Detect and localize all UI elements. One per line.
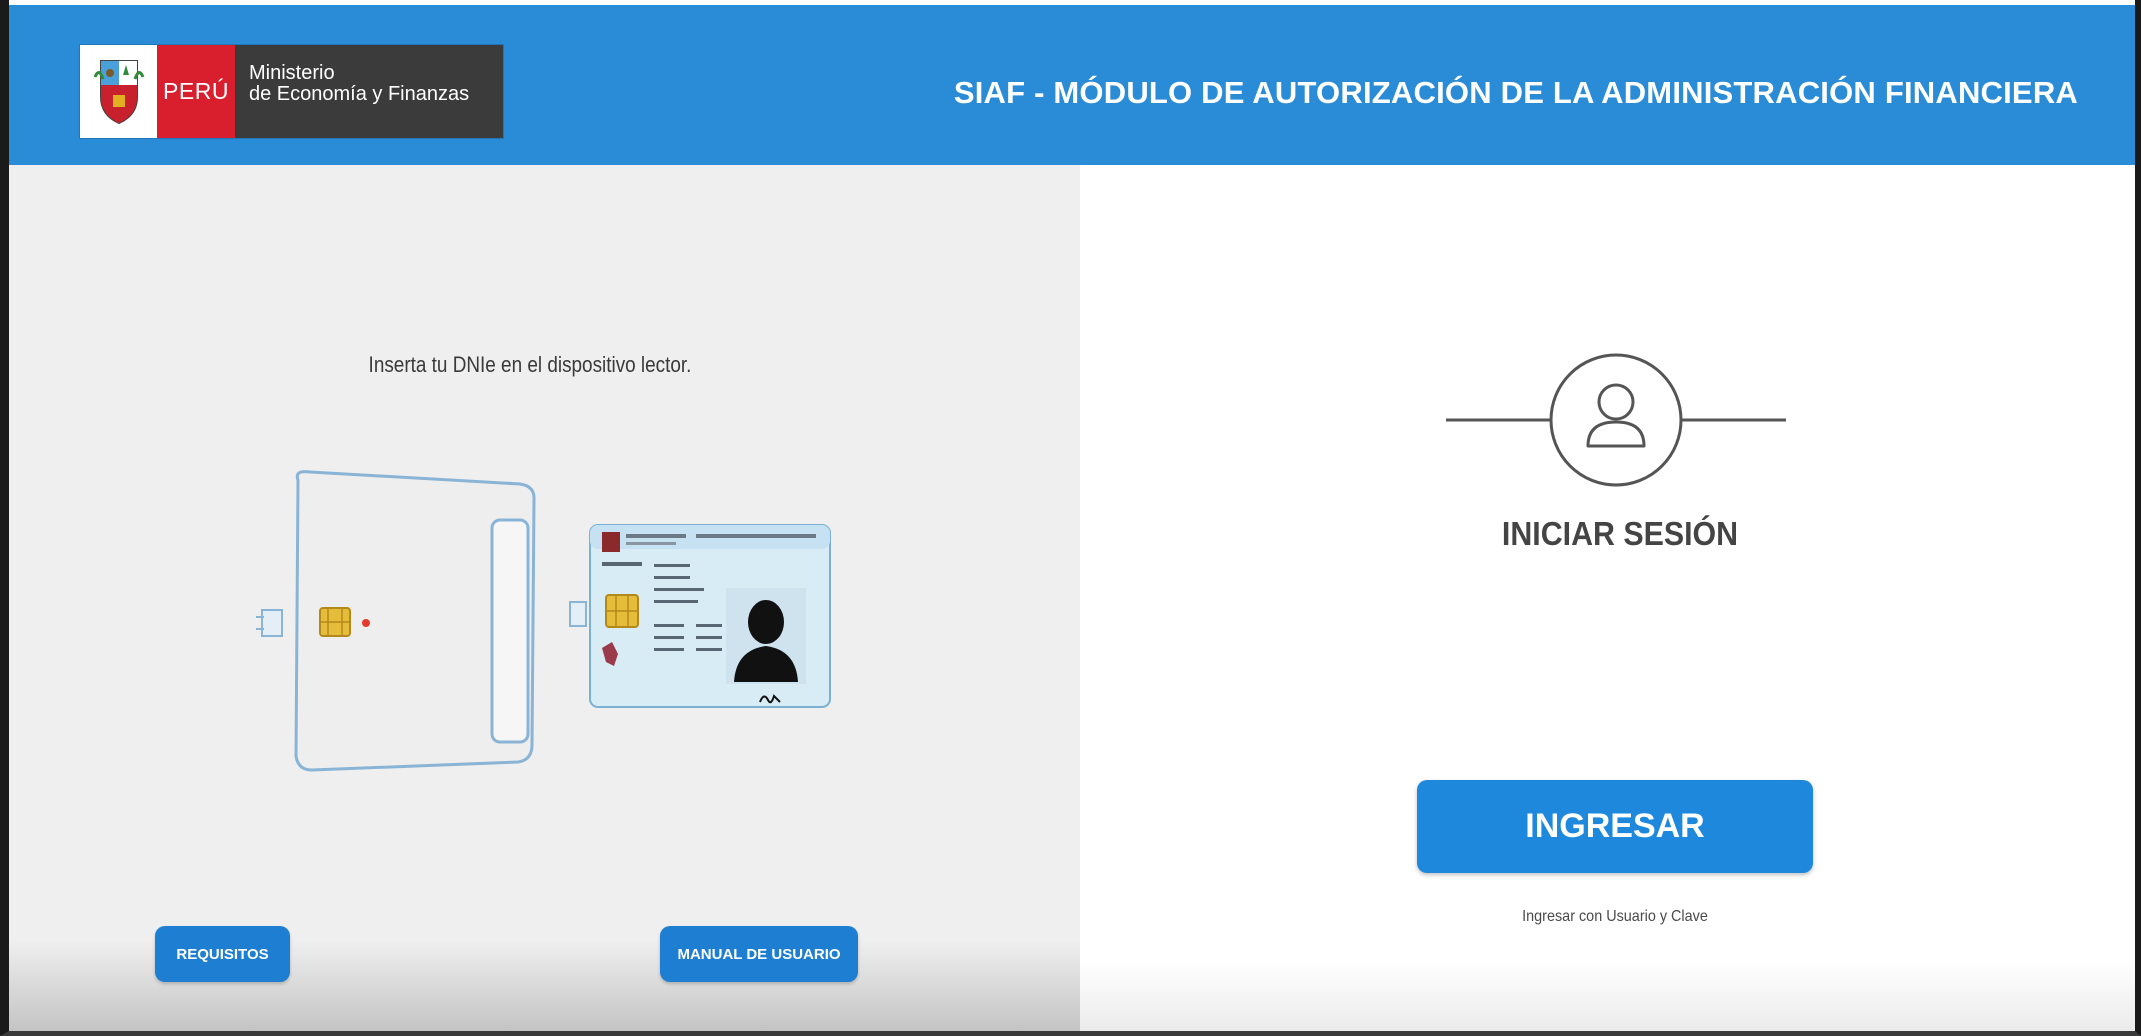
ingresar-button[interactable]: INGRESAR <box>1417 780 1813 873</box>
dnie-card-icon <box>569 524 831 708</box>
manual-usuario-button[interactable]: MANUAL DE USUARIO <box>660 926 858 982</box>
ministry-line-2: de Economía y Finanzas <box>249 83 470 105</box>
user-login-panel <box>1080 165 2135 1031</box>
top-header: PERÚ Ministerio de Economía y Finanzas S… <box>0 5 2141 165</box>
dnie-instruction: Inserta tu DNIe en el dispositivo lector… <box>368 352 692 377</box>
user-icon <box>1446 353 1786 487</box>
mef-logo[interactable]: PERÚ Ministerio de Economía y Finanzas <box>80 45 503 138</box>
ministry-line-1: Ministerio <box>249 62 335 84</box>
ministry-label: Ministerio de Economía y Finanzas <box>235 45 503 138</box>
page-title: SIAF - MÓDULO DE AUTORIZACIÓN DE LA ADMI… <box>953 75 2078 110</box>
requisitos-button[interactable]: REQUISITOS <box>155 926 290 982</box>
dnie-reader-illustration <box>256 470 831 772</box>
login-usuario-clave-link[interactable]: Ingresar con Usuario y Clave <box>1437 908 1793 926</box>
peru-coat-of-arms-icon <box>80 45 157 138</box>
peru-label: PERÚ <box>157 45 235 138</box>
card-reader-icon <box>256 470 536 772</box>
login-title: INICIAR SESIÓN <box>1501 515 1739 552</box>
